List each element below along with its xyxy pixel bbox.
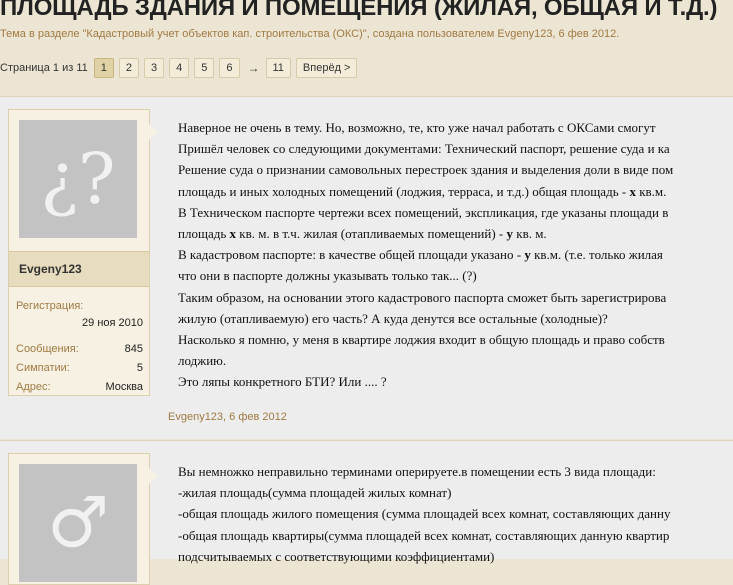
likes-label: Симпатии: xyxy=(16,362,70,374)
page-link-last[interactable]: 11 xyxy=(265,58,291,78)
stat-row-likes: Симпатии: 5 xyxy=(16,359,143,378)
message-text: кв.м. xyxy=(635,183,667,199)
page-count-label: Страница 1 из 11 xyxy=(0,62,88,74)
pagination: Страница 1 из 11 1 2 3 4 5 6 → 11 Вперёд… xyxy=(0,58,362,78)
page-link-2[interactable]: 2 xyxy=(118,58,139,78)
message-line: В кадастровом паспорте: в качестве общей… xyxy=(178,244,733,265)
page-link-1[interactable]: 1 xyxy=(93,58,114,78)
userbox-notch xyxy=(149,468,158,484)
message-line: -общая площадь жилого помещения (сумма п… xyxy=(178,506,671,522)
message-line: В Техническом паспорте чертежи всех поме… xyxy=(178,204,669,220)
post-author-date-link[interactable]: Evgeny123, 6 фев 2012 xyxy=(168,411,287,423)
message-text: кв. м. xyxy=(513,225,547,241)
message-line: жилую (отапливаемую) его часть? А куда д… xyxy=(178,310,608,326)
page-skip-arrow[interactable]: → xyxy=(248,61,260,75)
message-text: В кадастровом паспорте: в качестве общей… xyxy=(178,247,525,263)
page-link-5[interactable]: 5 xyxy=(194,58,215,78)
message-text: площадь и иных холодных помещений (лоджи… xyxy=(178,183,630,199)
messages-value[interactable]: 845 xyxy=(125,340,143,359)
page-link-3[interactable]: 3 xyxy=(144,58,165,78)
stat-row-address: Адрес: Москва xyxy=(16,378,143,397)
page-link-4[interactable]: 4 xyxy=(169,58,190,78)
address-value: Москва xyxy=(105,381,143,393)
message-line: площадь x кв. м. в т.ч. жилая (отапливае… xyxy=(178,223,733,244)
message-line: подсчитываемых с соответствующими коэффи… xyxy=(178,548,495,564)
stat-row-messages: Сообщения: 845 xyxy=(16,340,143,359)
post-message: Вы немножко неправильно терминами оперир… xyxy=(178,461,733,567)
message-text: кв.м. (т.е. только жилая xyxy=(530,247,663,263)
message-line: Наверное не очень в тему. Но, возможно, … xyxy=(178,120,656,135)
messages-label[interactable]: Сообщения: xyxy=(16,340,79,359)
post: ♂ Вы немножко неправильно терминами опер… xyxy=(0,440,733,585)
message-line: площадь и иных холодных помещений (лоджи… xyxy=(178,181,733,202)
message-line: -жилая площадь(сумма площадей жилых комн… xyxy=(178,485,452,501)
message-text: площадь xyxy=(178,225,230,241)
userbox-notch xyxy=(149,124,158,140)
message-line: лоджию. xyxy=(178,353,227,369)
address-label: Адрес: xyxy=(16,381,51,393)
default-avatar-icon: ¿? xyxy=(40,138,116,220)
message-line: что они в паспорте должны указывать толь… xyxy=(178,268,477,284)
avatar[interactable]: ¿? xyxy=(19,120,137,238)
avatar[interactable]: ♂ xyxy=(19,464,137,582)
user-info-box: ♂ xyxy=(8,453,158,585)
username-bar: Evgeny123 xyxy=(9,251,149,287)
message-line: Таким образом, на основании этого кадаст… xyxy=(178,289,667,305)
message-line: Пришёл человек со следующими документами… xyxy=(178,141,670,157)
message-line: Насколько я помню, у меня в квартире лод… xyxy=(178,331,665,347)
message-line: Вы немножко неправильно терминами оперир… xyxy=(178,464,656,479)
username-link[interactable]: Evgeny123 xyxy=(19,262,82,276)
message-text: кв. м. в т.ч. жилая (отапливаемых помеще… xyxy=(236,225,507,241)
likes-value: 5 xyxy=(136,362,143,374)
user-registration: Регистрация: 29 ноя 2010 xyxy=(16,300,143,334)
post: ¿? Evgeny123 Регистрация: 29 ноя 2010 Со… xyxy=(0,96,733,439)
male-avatar-icon: ♂ xyxy=(46,482,110,564)
message-line: Это ляпы конкретного БТИ? Или .... ? xyxy=(178,374,387,390)
user-stats: Сообщения: 845 Симпатии: 5 Адрес: Москва xyxy=(16,340,143,397)
message-line: Решение суда о признании самовольных пер… xyxy=(178,162,674,178)
thread-subtitle: Тема в разделе "Кадастровый учет объекто… xyxy=(0,28,620,40)
post-message: Наверное не очень в тему. Но, возможно, … xyxy=(178,117,733,392)
page-link-6[interactable]: 6 xyxy=(219,58,240,78)
next-page-button[interactable]: Вперёд > xyxy=(295,58,358,78)
registration-label: Регистрация: xyxy=(16,300,84,312)
thread-title: ПЛОЩАДЬ ЗДАНИЯ И ПОМЕЩЕНИЯ (ЖИЛАЯ, ОБЩАЯ… xyxy=(0,0,718,21)
registration-value: 29 ноя 2010 xyxy=(82,317,143,329)
message-line: -общая площадь квартиры(сумма площадей в… xyxy=(178,527,670,543)
user-info-box: ¿? Evgeny123 Регистрация: 29 ноя 2010 Со… xyxy=(8,109,158,397)
